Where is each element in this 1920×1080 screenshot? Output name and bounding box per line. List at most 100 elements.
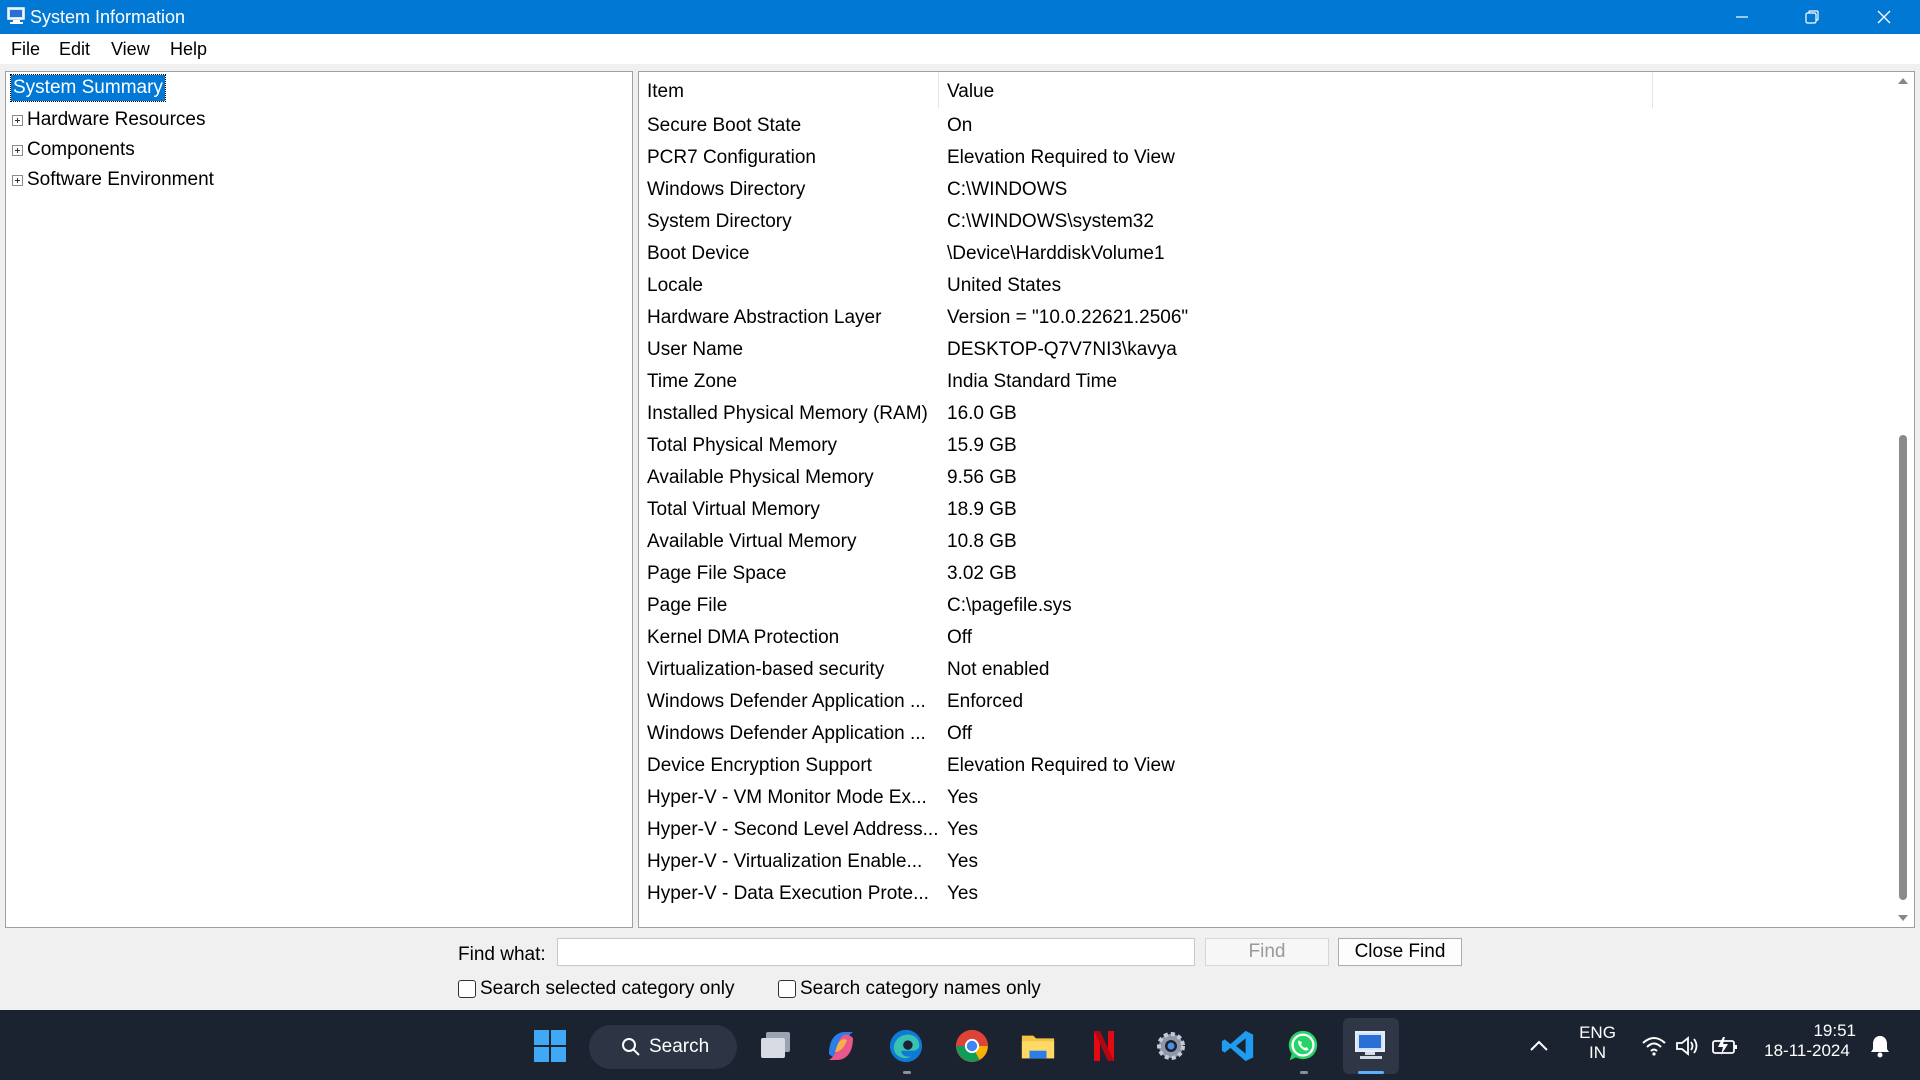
cell-value: Yes bbox=[947, 787, 978, 808]
running-indicator bbox=[1300, 1071, 1308, 1074]
edge-browser-icon[interactable] bbox=[888, 1028, 924, 1064]
column-separator[interactable] bbox=[1652, 72, 1653, 108]
find-button[interactable]: Find bbox=[1205, 938, 1329, 966]
minimize-button[interactable] bbox=[1708, 0, 1776, 34]
table-row[interactable]: Virtualization-based security Not enabled bbox=[639, 654, 1889, 686]
tree-item-software-environment[interactable]: Software Environment bbox=[12, 166, 214, 194]
input-language-indicator[interactable]: ENG IN bbox=[1575, 1023, 1620, 1063]
vscode-icon[interactable] bbox=[1220, 1028, 1256, 1064]
column-separator[interactable] bbox=[938, 72, 939, 108]
cell-item: Installed Physical Memory (RAM) bbox=[647, 403, 928, 424]
system-information-app-icon[interactable] bbox=[6, 6, 28, 26]
details-list[interactable]: Item Value Secure Boot State On PCR7 Confi… bbox=[638, 71, 1915, 928]
table-row[interactable]: User Name DESKTOP-Q7V7NI3\kavya bbox=[639, 334, 1889, 366]
table-row[interactable]: Page File Space 3.02 GB bbox=[639, 558, 1889, 590]
cell-item: Page File bbox=[647, 595, 728, 616]
table-row[interactable]: Windows Directory C:\WINDOWS bbox=[639, 174, 1889, 206]
netflix-icon[interactable] bbox=[1086, 1028, 1122, 1064]
cell-item: Hyper-V - VM Monitor Mode Ex... bbox=[647, 787, 927, 808]
whatsapp-icon[interactable] bbox=[1285, 1028, 1321, 1064]
show-hidden-icons-chevron-up-icon[interactable] bbox=[1521, 1028, 1557, 1064]
expand-plus-icon[interactable] bbox=[12, 174, 23, 186]
table-row[interactable]: Time Zone India Standard Time bbox=[639, 366, 1889, 398]
file-explorer-folder-icon[interactable] bbox=[1020, 1028, 1056, 1064]
cell-value: Off bbox=[947, 723, 972, 744]
region-code: IN bbox=[1589, 1043, 1606, 1062]
scroll-up-arrow-icon[interactable] bbox=[1898, 78, 1908, 84]
cell-item: Device Encryption Support bbox=[647, 755, 872, 776]
search-icon bbox=[622, 1038, 640, 1056]
table-row[interactable]: Kernel DMA Protection Off bbox=[639, 622, 1889, 654]
search-selected-category-checkbox[interactable] bbox=[458, 980, 476, 998]
table-row[interactable]: Hyper-V - VM Monitor Mode Ex... Yes bbox=[639, 782, 1889, 814]
task-view-icon[interactable] bbox=[758, 1028, 794, 1064]
tree-item-components[interactable]: Components bbox=[12, 136, 135, 164]
table-row[interactable]: Windows Defender Application ... Enforced bbox=[639, 686, 1889, 718]
table-row[interactable]: Installed Physical Memory (RAM) 16.0 GB bbox=[639, 398, 1889, 430]
table-row[interactable]: Available Virtual Memory 10.8 GB bbox=[639, 526, 1889, 558]
table-row[interactable]: Hyper-V - Virtualization Enable... Yes bbox=[639, 846, 1889, 878]
cell-item: Total Physical Memory bbox=[647, 435, 838, 456]
close-find-button[interactable]: Close Find bbox=[1338, 938, 1462, 966]
table-row[interactable]: Available Physical Memory 9.56 GB bbox=[639, 462, 1889, 494]
column-header-item[interactable]: Item bbox=[647, 72, 937, 108]
wifi-icon[interactable] bbox=[1636, 1028, 1672, 1064]
menu-edit[interactable]: Edit bbox=[59, 39, 90, 60]
table-row[interactable]: Total Physical Memory 15.9 GB bbox=[639, 430, 1889, 462]
cell-value: Yes bbox=[947, 819, 978, 840]
search-category-names-checkbox[interactable] bbox=[778, 980, 796, 998]
start-button-windows-icon[interactable] bbox=[532, 1028, 568, 1064]
menu-view[interactable]: View bbox=[111, 39, 150, 60]
table-row[interactable]: Boot Device \Device\HarddiskVolume1 bbox=[639, 238, 1889, 270]
cell-item: Total Virtual Memory bbox=[647, 499, 820, 520]
chrome-browser-icon[interactable] bbox=[954, 1028, 990, 1064]
scroll-down-arrow-icon[interactable] bbox=[1898, 915, 1908, 921]
notification-bell-icon[interactable] bbox=[1862, 1028, 1898, 1064]
find-what-input[interactable] bbox=[557, 938, 1195, 966]
cell-item: Boot Device bbox=[647, 243, 750, 264]
volume-speaker-icon[interactable] bbox=[1670, 1028, 1706, 1064]
cell-item: Windows Defender Application ... bbox=[647, 723, 926, 744]
close-icon bbox=[1877, 10, 1891, 24]
settings-gear-icon[interactable] bbox=[1153, 1028, 1189, 1064]
system-information-icon bbox=[1355, 1031, 1385, 1059]
table-row[interactable]: PCR7 Configuration Elevation Required to … bbox=[639, 142, 1889, 174]
active-app-indicator bbox=[1358, 1071, 1384, 1074]
cell-item: Windows Directory bbox=[647, 179, 806, 200]
vertical-scrollbar[interactable] bbox=[1892, 72, 1914, 927]
battery-charging-icon[interactable] bbox=[1707, 1028, 1743, 1064]
table-row[interactable]: System Directory C:\WINDOWS\system32 bbox=[639, 206, 1889, 238]
restore-button[interactable] bbox=[1778, 0, 1846, 34]
table-row[interactable]: Device Encryption Support Elevation Requi… bbox=[639, 750, 1889, 782]
scroll-thumb[interactable] bbox=[1899, 435, 1907, 900]
table-row[interactable]: Hyper-V - Second Level Address... Yes bbox=[639, 814, 1889, 846]
clock[interactable]: 19:51 18-11-2024 bbox=[1752, 1021, 1862, 1061]
cell-item: System Directory bbox=[647, 211, 792, 232]
menu-help[interactable]: Help bbox=[170, 39, 207, 60]
tree-item-hardware-resources[interactable]: Hardware Resources bbox=[12, 106, 205, 134]
tree-item-system-summary[interactable]: System Summary bbox=[10, 74, 166, 102]
category-tree[interactable]: System Summary Hardware Resources Compon… bbox=[5, 71, 633, 928]
find-what-label: Find what: bbox=[458, 944, 546, 965]
table-row[interactable]: Secure Boot State On bbox=[639, 110, 1889, 142]
expand-plus-icon[interactable] bbox=[12, 114, 23, 126]
menu-file[interactable]: File bbox=[11, 39, 40, 60]
cell-value: Elevation Required to View bbox=[947, 147, 1175, 168]
search-category-names-option[interactable]: Search category names only bbox=[778, 978, 1041, 1000]
taskbar-search-box[interactable]: Search bbox=[589, 1025, 737, 1069]
cell-item: Available Virtual Memory bbox=[647, 531, 857, 552]
table-row[interactable]: Hyper-V - Data Execution Prote... Yes bbox=[639, 878, 1889, 910]
copilot-icon[interactable] bbox=[823, 1028, 859, 1064]
cell-value: C:\pagefile.sys bbox=[947, 595, 1072, 616]
column-header-value[interactable]: Value bbox=[947, 72, 1287, 108]
search-selected-category-option[interactable]: Search selected category only bbox=[458, 978, 735, 1000]
table-row[interactable]: Windows Defender Application ... Off bbox=[639, 718, 1889, 750]
table-row[interactable]: Hardware Abstraction Layer Version = "10.… bbox=[639, 302, 1889, 334]
cell-value: C:\WINDOWS\system32 bbox=[947, 211, 1154, 232]
table-row[interactable]: Locale United States bbox=[639, 270, 1889, 302]
expand-plus-icon[interactable] bbox=[12, 144, 23, 156]
system-information-taskbar-button[interactable] bbox=[1343, 1018, 1399, 1074]
table-row[interactable]: Total Virtual Memory 18.9 GB bbox=[639, 494, 1889, 526]
close-button[interactable] bbox=[1850, 0, 1918, 34]
table-row[interactable]: Page File C:\pagefile.sys bbox=[639, 590, 1889, 622]
